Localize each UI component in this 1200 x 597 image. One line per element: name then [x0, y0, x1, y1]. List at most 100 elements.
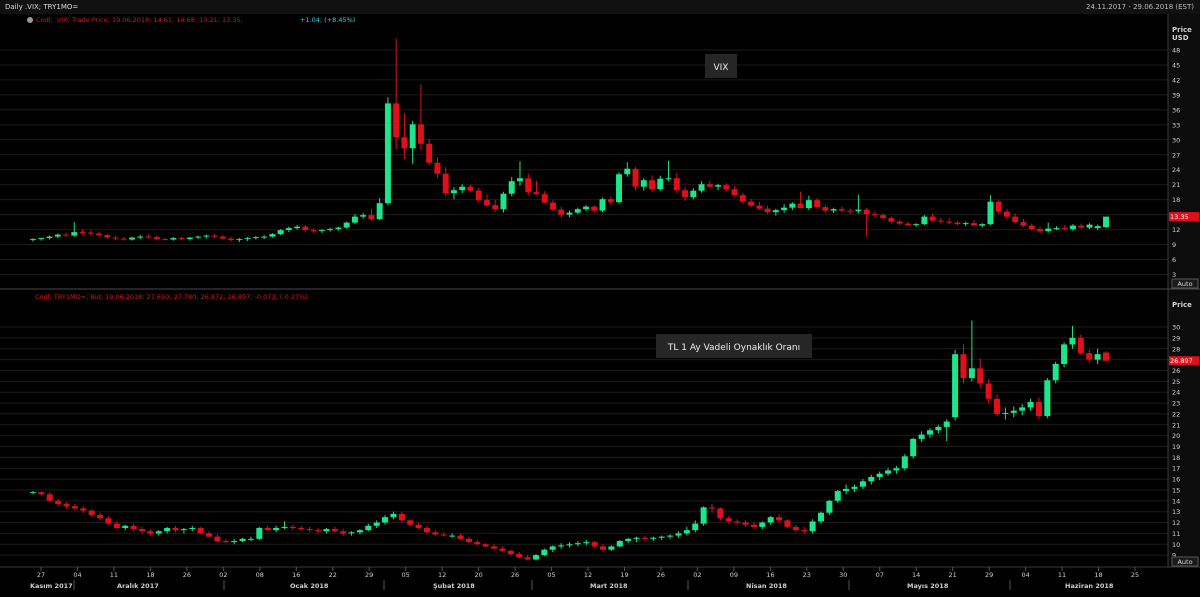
- vix-candle: [269, 234, 276, 237]
- vix-candle: [1036, 229, 1043, 232]
- try-candle: [935, 426, 942, 431]
- day-tick-label: 26: [183, 571, 191, 579]
- window-title-bar: Daily .VIX; TRY1MO= 24.11.2017 - 29.06.2…: [0, 0, 1200, 15]
- vix-candle: [162, 239, 169, 241]
- try-candle: [633, 537, 640, 539]
- try-candle: [415, 524, 422, 528]
- try-candle: [985, 383, 992, 399]
- day-tick-label: 04: [1021, 571, 1029, 579]
- vix-candle: [921, 216, 928, 225]
- try-candle: [222, 541, 229, 543]
- try-candle: [373, 522, 380, 526]
- vix-candle: [814, 200, 821, 208]
- vix-candle: [690, 190, 697, 198]
- try-candle: [256, 527, 263, 539]
- try-candle: [943, 421, 950, 427]
- try-candle: [1035, 401, 1042, 417]
- vix-candle: [434, 162, 441, 174]
- legend-settings-icon[interactable]: [27, 17, 33, 23]
- try-candle: [658, 536, 665, 538]
- try-candle: [482, 544, 489, 547]
- try-candle: [457, 535, 464, 539]
- vix-candle: [327, 229, 334, 231]
- vix-tick-label: 27: [1172, 151, 1180, 159]
- vix-legend-change: +1.04; (+8.45%): [300, 16, 355, 24]
- try-candle: [80, 508, 87, 511]
- vix-candle: [1020, 222, 1027, 226]
- vix-candle: [96, 233, 103, 236]
- vix-candle: [525, 178, 532, 193]
- try-candle: [231, 541, 238, 543]
- try-candle: [717, 508, 724, 519]
- try-candle: [155, 531, 162, 534]
- vix-candle: [566, 212, 573, 215]
- vix-candle: [87, 232, 94, 234]
- chart-area[interactable]: Cndl; .VIX; Trade Price; 19.06.2018; 14.…: [0, 14, 1200, 597]
- try-tick-label: 21: [1172, 421, 1180, 429]
- vix-legend-text: Cndl; .VIX; Trade Price; 19.06.2018; 14.…: [36, 16, 243, 24]
- try-candle: [63, 504, 70, 507]
- try-candle: [172, 527, 179, 531]
- try-candle: [817, 512, 825, 522]
- vix-candle: [277, 230, 284, 235]
- try-candle: [138, 529, 145, 532]
- try-candle: [591, 542, 598, 547]
- vix-candle: [649, 180, 656, 190]
- try-candle: [1061, 344, 1068, 364]
- vix-candle: [822, 207, 829, 211]
- day-tick-label: 29: [365, 571, 373, 579]
- vix-candle: [1094, 226, 1101, 229]
- vix-tick-label: 42: [1172, 76, 1180, 84]
- vix-candle: [368, 215, 375, 220]
- vix-tick-label: 24: [1172, 166, 1180, 174]
- vix-candle: [170, 238, 177, 240]
- try-candle: [1052, 363, 1059, 381]
- try-candle: [122, 525, 129, 528]
- vix-tick-label: 30: [1172, 136, 1180, 144]
- vix-candle: [723, 185, 730, 190]
- try-candle: [46, 494, 53, 501]
- vix-candle: [393, 103, 400, 138]
- day-tick-label: 18: [146, 571, 154, 579]
- vix-candle: [715, 185, 722, 187]
- vix-candle: [946, 221, 953, 223]
- try-candle: [1010, 410, 1017, 413]
- try-candle: [491, 546, 498, 549]
- try-auto-scale-button[interactable]: Auto: [1171, 556, 1199, 567]
- try-candle: [180, 529, 187, 531]
- vix-candle: [360, 215, 367, 217]
- try-candle: [331, 529, 338, 532]
- try-candle: [323, 529, 330, 532]
- vix-candle: [607, 199, 614, 203]
- vix-candle: [54, 234, 61, 237]
- day-tick-label: 02: [219, 571, 227, 579]
- vix-candle: [772, 210, 779, 213]
- try-candle: [298, 527, 305, 530]
- vix-candle: [847, 210, 854, 212]
- try-candle: [97, 514, 104, 519]
- vix-auto-scale-button[interactable]: Auto: [1171, 278, 1199, 289]
- month-label: Haziran 2018: [1065, 582, 1114, 590]
- try-candle: [910, 438, 917, 457]
- month-label: Aralık 2017: [117, 582, 159, 590]
- vix-candle: [450, 190, 457, 194]
- day-tick-label: 04: [73, 571, 81, 579]
- try-candle: [474, 542, 481, 545]
- vix-candle: [731, 189, 738, 196]
- vix-candle: [1003, 211, 1010, 217]
- try-candle: [1094, 354, 1101, 360]
- vix-candle: [492, 205, 499, 210]
- vix-candle: [979, 224, 986, 226]
- day-tick-label: 20: [474, 571, 482, 579]
- try-last-value-tag: 26.897: [1169, 356, 1199, 366]
- vix-tick-label: 12: [1172, 226, 1180, 234]
- vix-candle: [442, 173, 449, 194]
- try-candle: [776, 517, 783, 521]
- month-label: Mart 2018: [590, 582, 628, 590]
- try-tick-label: 24: [1172, 389, 1180, 397]
- day-tick-label: 26: [657, 571, 665, 579]
- day-tick-label: 26: [511, 571, 519, 579]
- try-candle: [264, 527, 271, 531]
- vix-tick-label: 45: [1172, 61, 1180, 69]
- vix-candle: [599, 199, 606, 211]
